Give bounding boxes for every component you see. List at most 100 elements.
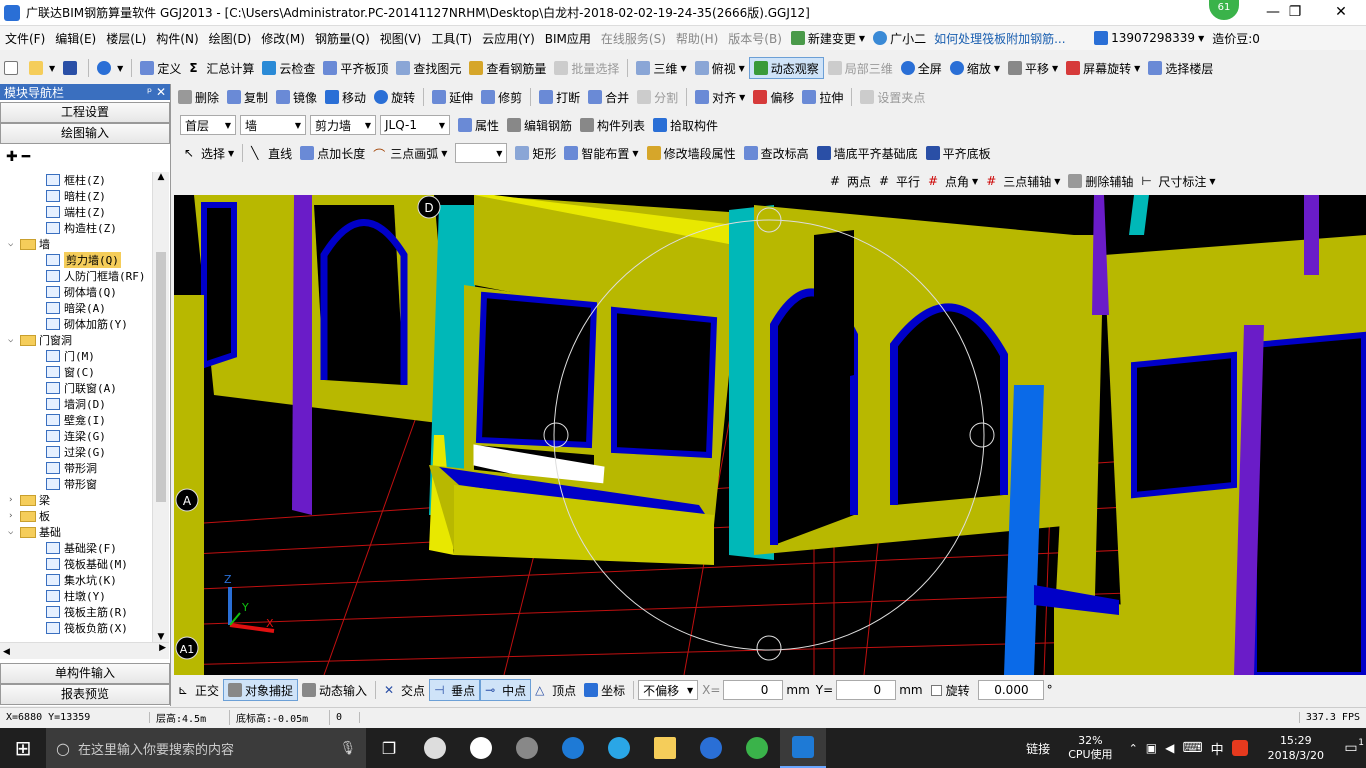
dynamic-input-button[interactable]: 动态输入 [298,679,371,701]
screen-rotate-button[interactable]: 屏幕旋转 ▼ [1062,57,1144,79]
rotate-input[interactable]: 0.000 [977,680,1044,700]
tree-item[interactable]: 剪力墙(Q) [0,252,152,268]
type-select[interactable]: 墙 ▼ [240,115,306,135]
top-view-button[interactable]: 俯视 ▼ [691,57,749,79]
draw-input-button[interactable]: 绘图输入 [0,123,170,144]
menu-version[interactable]: 版本号(B) [723,30,787,47]
tree-item[interactable]: 筏板主筋(R) [0,604,152,620]
tree-item[interactable]: 构造柱(Z) [0,220,152,236]
subtype-select[interactable]: 剪力墙 ▼ [310,115,376,135]
menu-help[interactable]: 帮助(H) [671,30,723,47]
menu-floor[interactable]: 楼层(L) [101,30,151,47]
assistant-button[interactable]: 广小二 [869,27,930,49]
tree-item[interactable]: 窗(C) [0,364,152,380]
offset-select[interactable]: 不偏移 ▼ [638,680,699,700]
point-angle-button[interactable]: # 点角 ▼ [924,170,982,192]
tree-folder[interactable]: ⌵ 墙 [0,236,152,252]
dimension-button[interactable]: ⊢ 尺寸标注 ▼ [1137,170,1219,192]
tree-item[interactable]: 筏板负筋(X) [0,620,152,636]
pin-close-icon[interactable]: ᵖ ✕ [147,85,166,99]
align-slab-button[interactable]: 平齐底板 [922,142,995,164]
tree-item[interactable]: 暗梁(A) [0,300,152,316]
app-edge[interactable] [550,728,596,768]
menu-edit[interactable]: 编辑(E) [50,30,101,47]
tree-item[interactable]: 框柱(Z) [0,172,152,188]
single-input-button[interactable]: 单构件输入 [0,663,170,684]
pan-button[interactable]: 平移 ▼ [1004,57,1062,79]
action-center-button[interactable]: ▭ 1 [1336,728,1366,768]
tree-folder[interactable]: › 梁 [0,492,152,508]
orbit-button[interactable]: 动态观察 [748,57,824,79]
pick-component-button[interactable]: 拾取构件 [649,114,722,136]
floor-select[interactable]: 首层 ▼ [180,115,236,135]
orbit-handle-bottom[interactable] [756,635,782,661]
element-select[interactable]: JLQ-1 ▼ [380,115,450,135]
menu-cloud[interactable]: 云应用(Y) [477,30,540,47]
app-green[interactable] [734,728,780,768]
chevron-right-icon[interactable]: › [8,511,20,521]
arc-mode-select[interactable]: ▼ [455,143,508,163]
task-view-button[interactable]: ❐ [366,728,412,768]
expand-all-icon[interactable]: ✚ [6,149,18,165]
ortho-button[interactable]: ⊾ 正交 [174,679,223,701]
app-g[interactable] [688,728,734,768]
network-icon[interactable]: ▣ [1146,741,1157,755]
microphone-icon[interactable]: 🎙 [339,741,356,756]
restore-button[interactable]: ❐ [1272,0,1318,24]
tree-item[interactable]: 墙洞(D) [0,396,152,412]
tree-item[interactable]: 壁龛(I) [0,412,152,428]
app-ggj-active[interactable] [780,728,826,768]
tree-item[interactable]: 门(M) [0,348,152,364]
view-rebar-button[interactable]: 查看钢筋量 [465,57,550,79]
app-browser-e[interactable] [458,728,504,768]
rotate-checkbox[interactable] [930,684,942,696]
cloud-check-button[interactable]: 云检查 [258,57,319,79]
menu-draw[interactable]: 绘图(D) [204,30,257,47]
two-point-button[interactable]: # 两点 [826,170,875,192]
tree-scrollbar[interactable]: ▲ ▼ [152,172,169,642]
menu-file[interactable]: 文件(F) [0,30,50,47]
app-360[interactable] [504,728,550,768]
trim-button[interactable]: 修剪 [477,86,526,108]
zoom-button[interactable]: 缩放 ▼ [946,57,1004,79]
ime-indicator[interactable]: 中 [1211,739,1224,758]
new-change-button[interactable]: 新建变更 ▼ [787,27,869,49]
batch-select-button[interactable]: 批量选择 [550,57,623,79]
elevation-button[interactable]: 查改标高 [740,142,813,164]
delete-axis-button[interactable]: 删除辅轴 [1064,170,1137,192]
menu-component[interactable]: 构件(N) [151,30,203,47]
delete-button[interactable]: 删除 [174,86,223,108]
account-button[interactable]: 13907298339 ▼ [1090,27,1208,49]
tree-item[interactable]: 端柱(Z) [0,204,152,220]
smart-place-button[interactable]: 智能布置 ▼ [560,142,642,164]
three-point-axis-button[interactable]: # 三点辅轴 ▼ [982,170,1064,192]
save-button[interactable] [59,57,84,79]
mirror-button[interactable]: 镜像 [272,86,321,108]
break-button[interactable]: 打断 [535,86,584,108]
x-input[interactable]: 0 [723,680,784,700]
chevron-down-icon[interactable]: ⌵ [8,335,20,345]
tree-item[interactable]: 集水坑(K) [0,572,152,588]
app-pinwheel[interactable] [412,728,458,768]
point-length-button[interactable]: 点加长度 [296,142,369,164]
menu-view[interactable]: 视图(V) [375,30,427,47]
find-button[interactable]: 查找图元 [392,57,465,79]
arc-button[interactable]: ⌒ 三点画弧 ▼ [369,142,451,164]
rotate-button[interactable]: 旋转 [370,86,419,108]
tree-item[interactable]: 筏板基础(M) [0,556,152,572]
3d-button[interactable]: 三维 ▼ [632,57,690,79]
perpendicular-snap[interactable]: ⊣ 垂点 [429,679,481,701]
keyboard-icon[interactable]: ⌨ [1182,740,1202,756]
tree-folder[interactable]: ⌵ 基础 [0,524,152,540]
select-button[interactable]: ↖ 选择 ▼ [180,142,238,164]
tree-item[interactable]: 暗柱(Z) [0,188,152,204]
project-settings-button[interactable]: 工程设置 [0,102,170,123]
local-3d-button[interactable]: 局部三维 [824,57,897,79]
align-base-button[interactable]: 墙底平齐基础底 [813,142,922,164]
menu-online[interactable]: 在线服务(S) [596,30,671,47]
scroll-thumb[interactable] [156,252,166,502]
tree-item[interactable]: 基础梁(F) [0,540,152,556]
define-button[interactable]: 定义 [136,57,185,79]
tree-item[interactable]: 连梁(G) [0,428,152,444]
link-label[interactable]: 链接 [1026,740,1050,757]
